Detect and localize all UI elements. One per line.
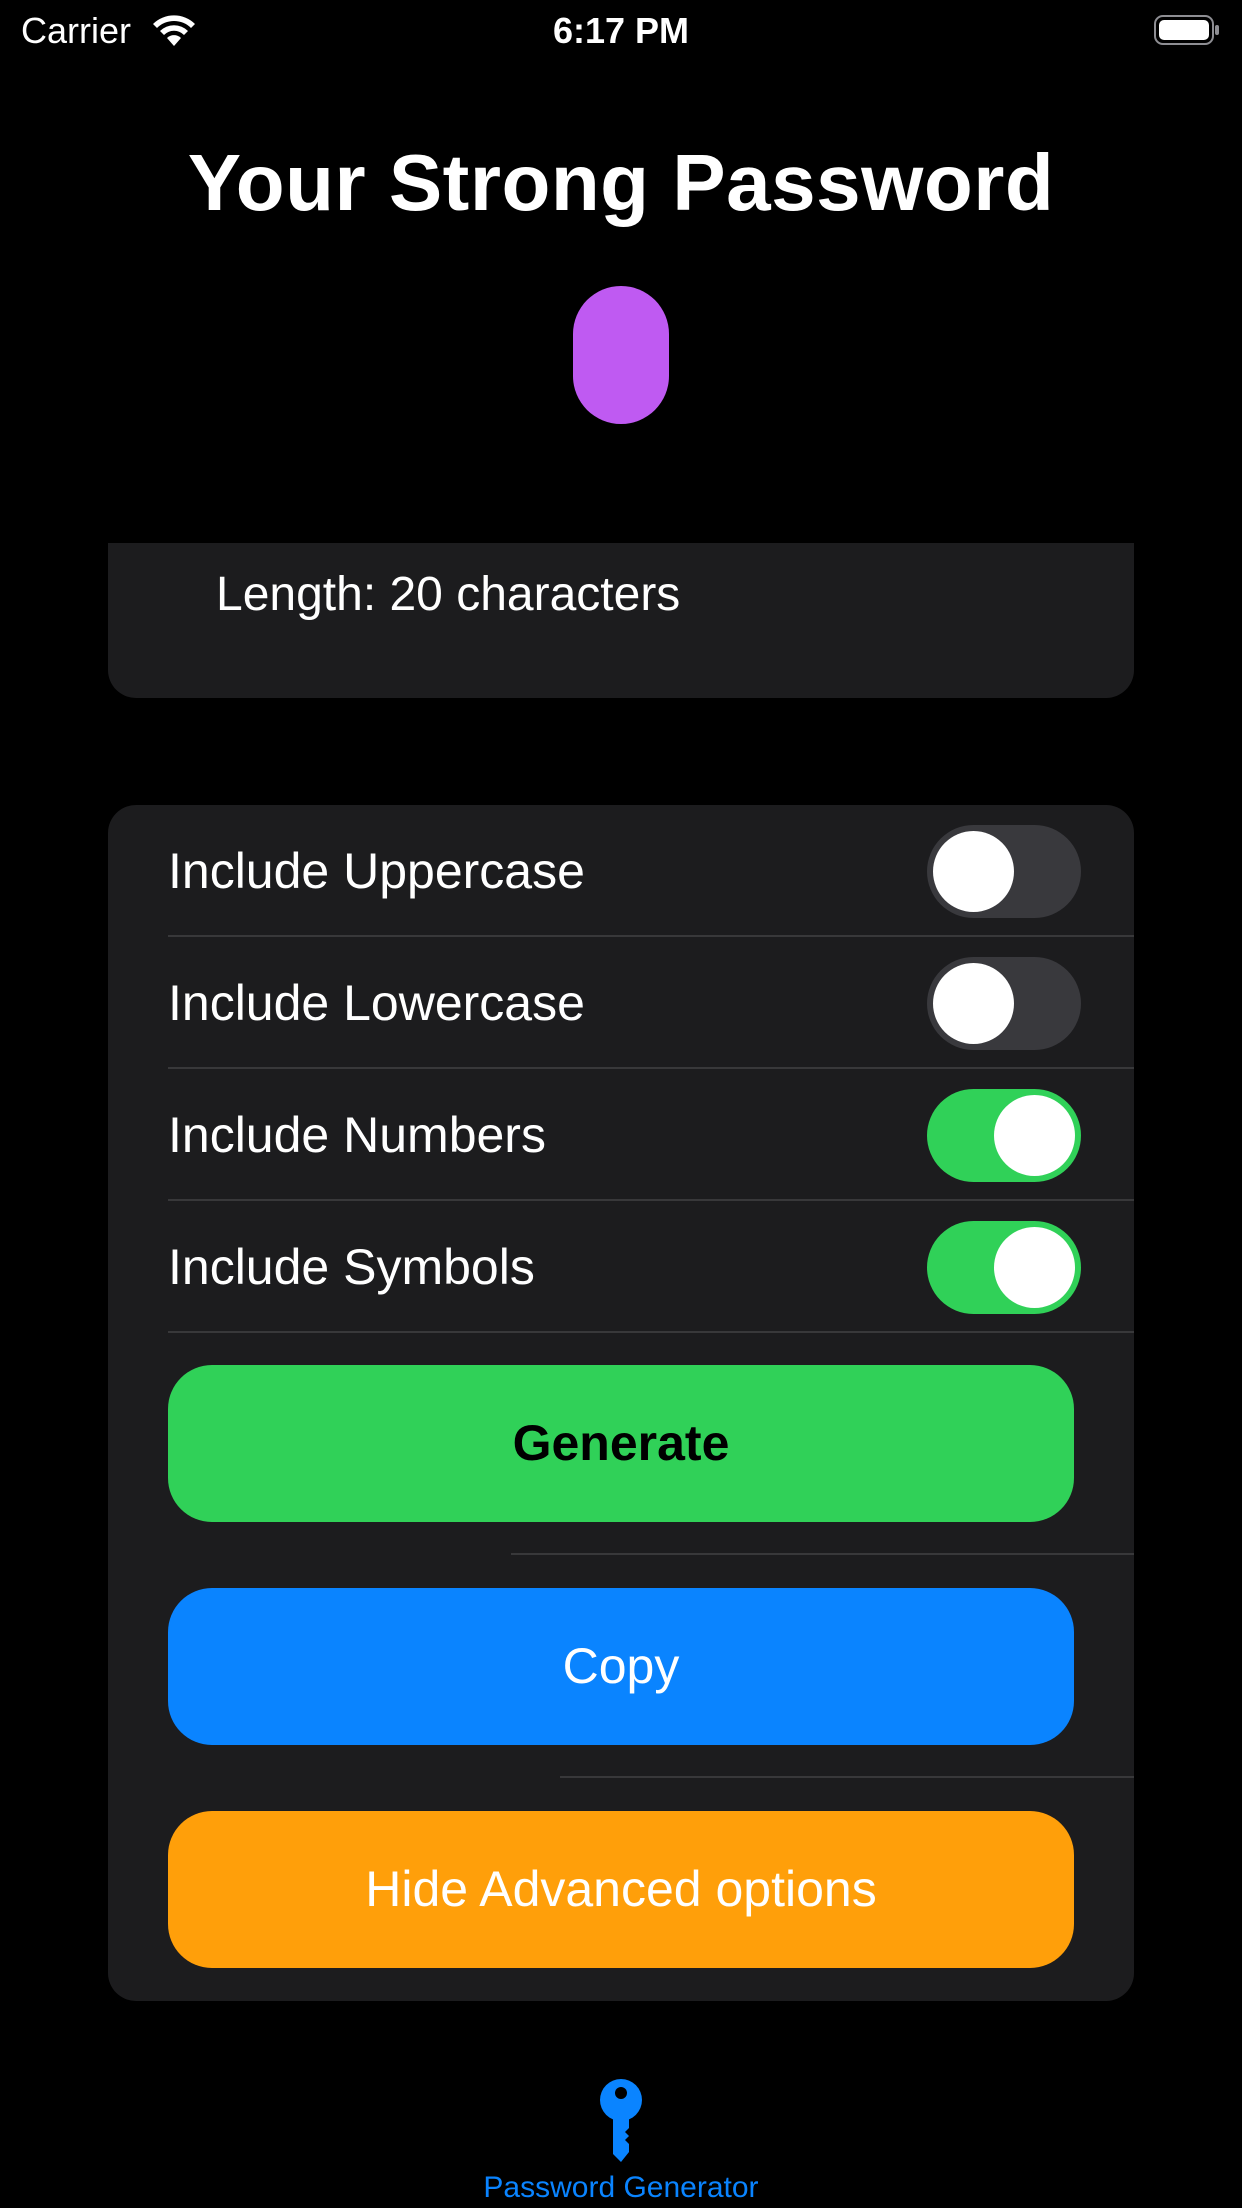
toggle-knob xyxy=(933,831,1014,912)
uppercase-toggle[interactable] xyxy=(927,825,1081,918)
row-divider xyxy=(168,1331,1134,1333)
option-label-symbols: Include Symbols xyxy=(168,1239,535,1295)
option-label-numbers: Include Numbers xyxy=(168,1107,546,1163)
length-card: Length: 20 characters xyxy=(108,543,1134,698)
button-divider xyxy=(560,1776,1134,1778)
hide-advanced-options-button[interactable]: Hide Advanced options xyxy=(168,1811,1074,1968)
symbols-toggle[interactable] xyxy=(927,1221,1081,1314)
lowercase-toggle[interactable] xyxy=(927,957,1081,1050)
generate-button[interactable]: Generate xyxy=(168,1365,1074,1522)
numbers-toggle[interactable] xyxy=(927,1089,1081,1182)
option-row-numbers: Include Numbers xyxy=(108,1069,1134,1201)
toggle-knob xyxy=(994,1227,1075,1308)
option-label-lowercase: Include Lowercase xyxy=(168,975,585,1031)
page-title: Your Strong Password xyxy=(187,138,1055,227)
key-icon xyxy=(600,2079,642,2162)
button-divider xyxy=(511,1553,1134,1555)
options-card: Include Uppercase Include Lowercase Incl… xyxy=(108,805,1134,2001)
password-display xyxy=(573,286,669,424)
option-row-uppercase: Include Uppercase xyxy=(108,805,1134,937)
toggle-knob xyxy=(994,1095,1075,1176)
battery-icon xyxy=(1154,15,1219,45)
tab-password-generator[interactable]: Password Generator xyxy=(421,2070,821,2208)
status-bar: Carrier 6:17 PM xyxy=(0,0,1242,62)
status-time: 6:17 PM xyxy=(552,10,690,51)
option-row-symbols: Include Symbols xyxy=(108,1201,1134,1333)
tab-label: Password Generator xyxy=(483,2171,759,2204)
option-row-lowercase: Include Lowercase xyxy=(108,937,1134,1069)
length-label: Length: 20 characters xyxy=(216,568,681,621)
copy-button[interactable]: Copy xyxy=(168,1588,1074,1745)
toggle-knob xyxy=(933,963,1014,1044)
option-label-uppercase: Include Uppercase xyxy=(168,843,585,899)
